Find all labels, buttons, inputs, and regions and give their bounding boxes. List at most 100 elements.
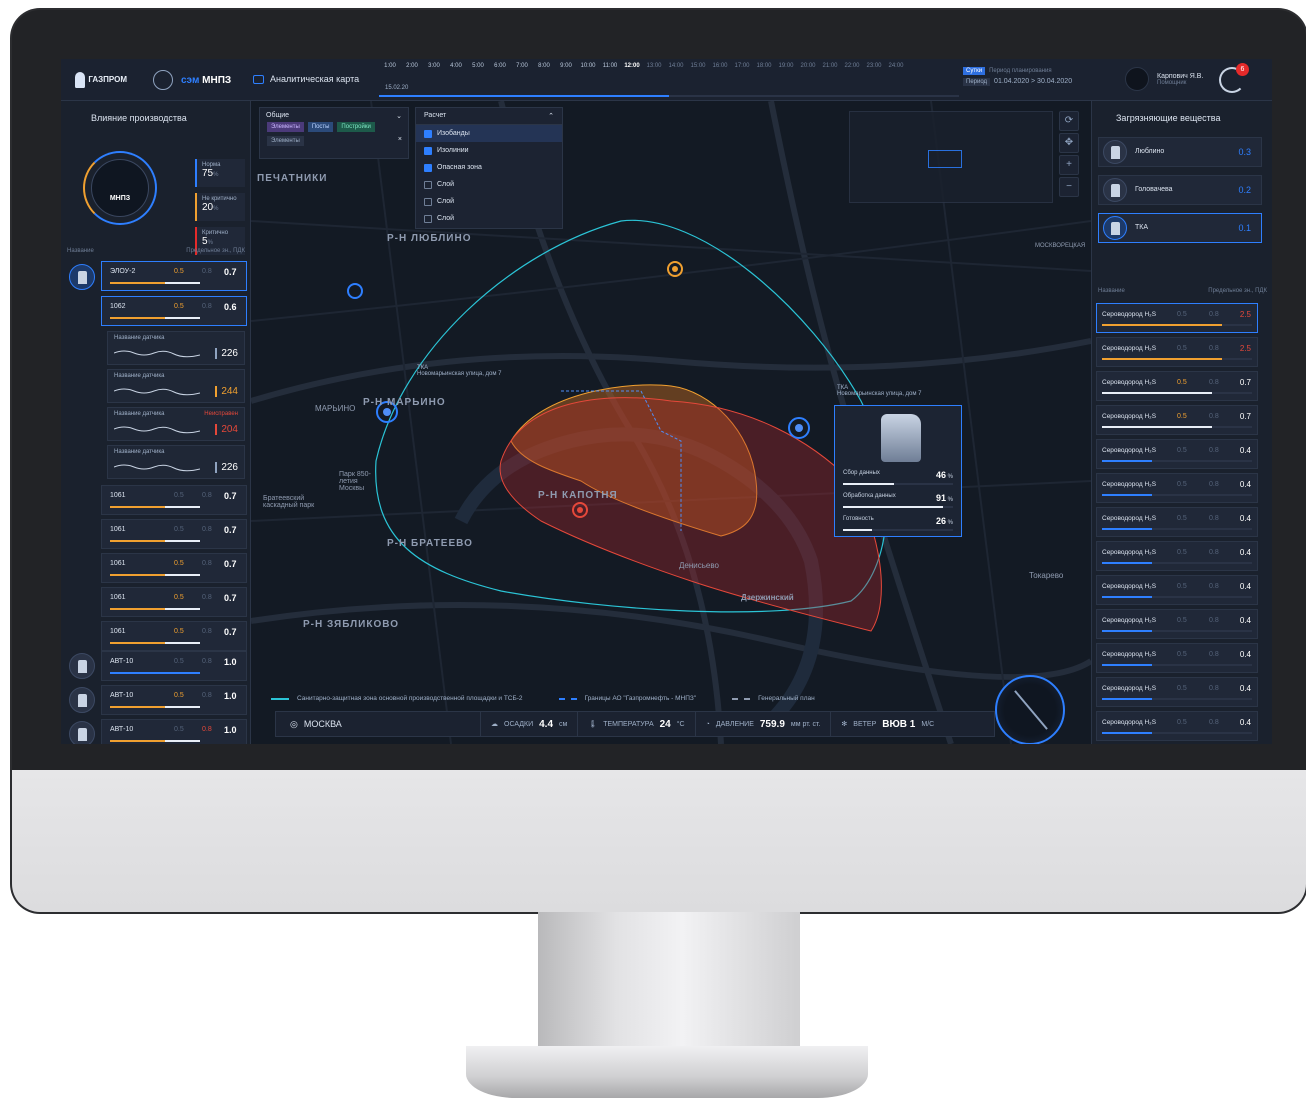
chip-elements[interactable]: Элементы xyxy=(267,122,304,132)
plant-gauge[interactable]: МНПЗ xyxy=(83,151,157,225)
substance-row[interactable]: Сероводород H₂S 0.5 0.8 2.5 xyxy=(1096,337,1258,367)
app-brand[interactable]: сэм МНПЗ xyxy=(153,70,231,90)
installation-row-elou2[interactable]: ЭЛОУ-2 0.5 0.8 0.7 xyxy=(101,261,247,291)
substance-row[interactable]: Сероводород H₂S 0.5 0.8 0.4 xyxy=(1096,541,1258,571)
checkbox[interactable] xyxy=(424,129,432,138)
zoom-in-button[interactable]: + xyxy=(1059,155,1079,175)
unit-row[interactable]: 1061 0.5 0.8 0.7 xyxy=(101,485,247,515)
timeline-hour[interactable]: 2:00 xyxy=(401,63,423,69)
checkbox[interactable] xyxy=(424,197,432,206)
rotate-button[interactable]: ⟳ xyxy=(1059,111,1079,131)
timeline-hour[interactable]: 21:00 xyxy=(819,63,841,69)
substance-row[interactable]: Сероводород H₂S 0.5 0.8 0.4 xyxy=(1096,507,1258,537)
col-limit[interactable]: Предельное зн., ПДК xyxy=(1208,288,1267,294)
checkbox[interactable] xyxy=(424,214,432,223)
timeline-hour[interactable]: 5:00 xyxy=(467,63,489,69)
unit-row[interactable]: 1061 0.5 0.8 0.7 xyxy=(101,553,247,583)
timeline-hour[interactable]: 24:00 xyxy=(885,63,907,69)
timeline-hour[interactable]: 18:00 xyxy=(753,63,775,69)
substance-row[interactable]: Сероводород H₂S 0.5 0.8 0.4 xyxy=(1096,575,1258,605)
map-area[interactable]: ПЕЧАТНИКИ Р-Н ЛЮБЛИНО Р-Н МАРЬИНО МАРЬИН… xyxy=(251,101,1091,744)
city-selector[interactable]: ◎ МОСКВА xyxy=(276,712,481,736)
timeline-hour[interactable]: 15:00 xyxy=(687,63,709,69)
tka-marker-left[interactable]: ТКА Новомарьинская улица, дом 7 xyxy=(417,365,502,377)
map-selector[interactable]: Аналитическая карта xyxy=(253,74,359,84)
gazprom-logo[interactable]: ГАЗПРОМ xyxy=(75,71,127,89)
calc-option[interactable]: Опасная зона xyxy=(416,159,562,176)
station-item[interactable]: Люблино 0.3 xyxy=(1098,137,1262,167)
timeline-hour[interactable]: 8:00 xyxy=(533,63,555,69)
checkbox[interactable] xyxy=(424,180,432,189)
period-picker[interactable]: Сутки Период планирования Период 01.04.202… xyxy=(963,67,1087,86)
calc-option[interactable]: Слой xyxy=(416,193,562,210)
substance-row[interactable]: Сероводород H₂S 0.5 0.8 0.4 xyxy=(1096,677,1258,707)
timeline-hour[interactable]: 3:00 xyxy=(423,63,445,69)
sensor-card[interactable]: Название датчика 226 xyxy=(107,445,245,479)
timeline-hour[interactable]: 17:00 xyxy=(731,63,753,69)
station-item[interactable]: Головачева 0.2 xyxy=(1098,175,1262,205)
timeline-hour[interactable]: 20:00 xyxy=(797,63,819,69)
sensor-card[interactable]: Название датчика 244 xyxy=(107,369,245,403)
timeline-hour[interactable]: 6:00 xyxy=(489,63,511,69)
chip-elements-2[interactable]: Элементы xyxy=(267,136,304,146)
chip-buildings[interactable]: Постройки xyxy=(337,122,375,132)
checkbox[interactable] xyxy=(424,146,432,155)
chip-posts[interactable]: Посты xyxy=(307,122,334,132)
mode-day-tab[interactable]: Сутки xyxy=(963,67,986,75)
timeline-track[interactable] xyxy=(379,95,959,97)
mode-period-tab[interactable]: Период xyxy=(963,78,991,86)
user-menu[interactable]: Карпович Я.В. Помощник xyxy=(1125,67,1203,91)
station-item[interactable]: ТКА 0.1 xyxy=(1098,213,1262,243)
installation-row[interactable]: АВТ-10 0.5 0.8 1.0 xyxy=(101,651,247,681)
timeline-hour[interactable]: 9:00 xyxy=(555,63,577,69)
station-info-card[interactable]: Сбор данных 46 % Обработка данных 91 % Готов… xyxy=(834,405,962,537)
unit-row[interactable]: 1061 0.5 0.8 0.7 xyxy=(101,587,247,617)
calc-filter[interactable]: Расчет ⌃ Изобанды Изолинии Опасная зона Слой… xyxy=(415,107,563,229)
installation-pin[interactable] xyxy=(69,264,95,290)
timeline-hour[interactable]: 11:00 xyxy=(599,63,621,69)
substance-row[interactable]: Сероводород H₂S 0.5 0.8 0.4 xyxy=(1096,643,1258,673)
tka-marker-right[interactable]: ТКА Новомарьинская улица, дом 7 xyxy=(837,385,922,397)
sensor-card[interactable]: Название датчика 226 xyxy=(107,331,245,365)
calc-option[interactable]: Изобанды xyxy=(416,125,562,142)
compass[interactable] xyxy=(995,675,1065,744)
unit-row[interactable]: 1061 0.5 0.8 0.7 xyxy=(101,621,247,651)
substance-row[interactable]: Сероводород H₂S 0.5 0.8 0.4 xyxy=(1096,609,1258,639)
calc-option[interactable]: Слой xyxy=(416,176,562,193)
timeline-hour[interactable]: 19:00 xyxy=(775,63,797,69)
timeline-hour[interactable]: 7:00 xyxy=(511,63,533,69)
calc-option[interactable]: Слой xyxy=(416,210,562,227)
timeline-hour[interactable]: 23:00 xyxy=(863,63,885,69)
timeline[interactable]: 1:00 2:00 3:00 4:00 5:00 6:00 7:00 8:00 9:00 10:0… xyxy=(379,63,959,97)
installation-pin[interactable] xyxy=(69,687,95,713)
substance-row[interactable]: Сероводород H₂S 0.5 0.8 0.7 xyxy=(1096,405,1258,435)
close-icon[interactable]: × xyxy=(398,136,402,143)
timeline-hour[interactable]: 12:00 xyxy=(621,63,643,69)
timeline-hour[interactable]: 14:00 xyxy=(665,63,687,69)
timeline-hour[interactable]: 4:00 xyxy=(445,63,467,69)
calc-option[interactable]: Изолинии xyxy=(416,142,562,159)
substance-row[interactable]: Сероводород H₂S 0.5 0.8 2.5 xyxy=(1096,303,1258,333)
substance-row[interactable]: Сероводород H₂S 0.5 0.8 0.7 xyxy=(1096,371,1258,401)
substance-row[interactable]: Сероводород H₂S 0.5 0.8 0.4 xyxy=(1096,439,1258,469)
installation-pin[interactable] xyxy=(69,653,95,679)
timeline-hour[interactable]: 1:00 xyxy=(379,63,401,69)
sensor-card[interactable]: Название датчика Неисправен 204 xyxy=(107,407,245,441)
timeline-hour[interactable]: 22:00 xyxy=(841,63,863,69)
timeline-hour[interactable]: 10:00 xyxy=(577,63,599,69)
installation-row[interactable]: АВТ-10 0.5 0.8 1.0 xyxy=(101,719,247,744)
minimap-viewport[interactable] xyxy=(928,150,962,168)
timeline-hour[interactable]: 16:00 xyxy=(709,63,731,69)
substance-row[interactable]: Сероводород H₂S 0.5 0.8 0.4 xyxy=(1096,711,1258,741)
col-limit[interactable]: Предельное зн., ПДК xyxy=(186,248,245,254)
move-button[interactable]: ✥ xyxy=(1059,133,1079,153)
installation-row[interactable]: АВТ-10 0.5 0.8 1.0 xyxy=(101,685,247,715)
installation-pin[interactable] xyxy=(69,721,95,744)
notifications-button[interactable]: 6 xyxy=(1219,63,1249,93)
unit-row-1062[interactable]: 1062 0.5 0.8 0.6 xyxy=(101,296,247,326)
timeline-hour[interactable]: 13:00 xyxy=(643,63,665,69)
general-filter[interactable]: Общие ⌄ Элементы Посты Постройки Элементы… xyxy=(259,107,409,159)
checkbox[interactable] xyxy=(424,163,432,172)
minimap[interactable] xyxy=(849,111,1053,203)
unit-row[interactable]: 1061 0.5 0.8 0.7 xyxy=(101,519,247,549)
